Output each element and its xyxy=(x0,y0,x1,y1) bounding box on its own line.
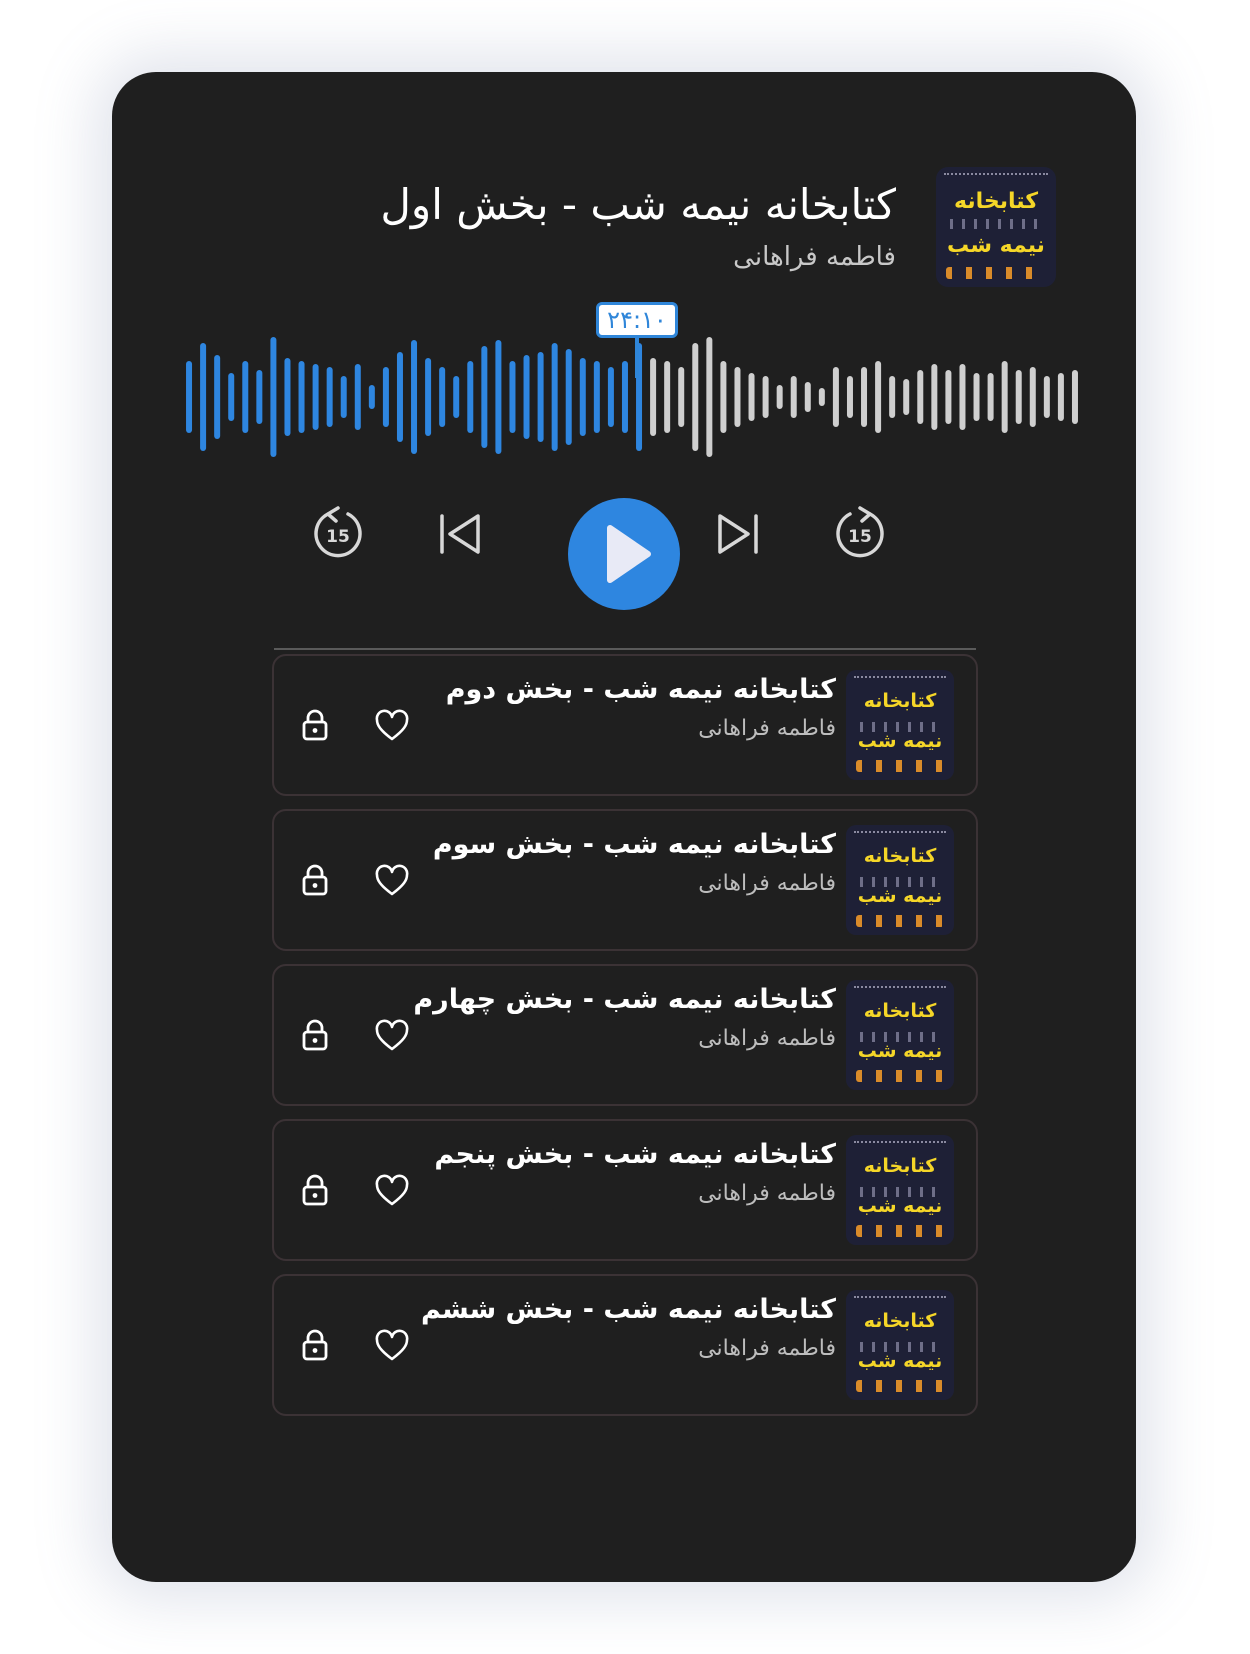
playlist-item[interactable]: کتابخانه نیمه شب - بخش چهارم فاطمه فراها… xyxy=(272,964,978,1106)
item-title: کتابخانه نیمه شب - بخش چهارم xyxy=(413,984,836,1015)
cover-title-line2: نیمه شب xyxy=(947,233,1045,258)
cover-title-line2: نیمه شب xyxy=(857,730,943,752)
item-title: کتابخانه نیمه شب - بخش سوم xyxy=(432,829,836,860)
playlist-item[interactable]: کتابخانه نیمه شب - بخش سوم فاطمه فراهانی… xyxy=(272,809,978,951)
forward-seconds-label: 15 xyxy=(848,527,872,547)
heart-icon xyxy=(375,864,409,896)
lock-icon xyxy=(302,1329,328,1361)
cover-title-line2: نیمه شب xyxy=(857,1195,943,1217)
skip-forward-icon[interactable] xyxy=(706,502,770,566)
cover-title-line1: کتابخانه xyxy=(863,845,937,867)
lock-icon xyxy=(302,1019,328,1051)
cover-title-line1: کتابخانه xyxy=(863,1000,937,1022)
cover-title-line2: نیمه شب xyxy=(857,1040,943,1062)
cover-title-line1: کتابخانه xyxy=(863,690,937,712)
play-icon xyxy=(607,525,651,583)
item-title: کتابخانه نیمه شب - بخش پنجم xyxy=(434,1139,836,1170)
item-cover: کتابخانه نیمه شب xyxy=(846,1135,954,1245)
item-author: فاطمه فراهانی xyxy=(698,871,836,896)
divider xyxy=(274,648,976,650)
item-author: فاطمه فراهانی xyxy=(698,1336,836,1361)
now-playing-title: کتابخانه نیمه شب - بخش اول xyxy=(380,180,896,229)
cover-title-line1: کتابخانه xyxy=(863,1155,937,1177)
cover-title-line1: کتابخانه xyxy=(863,1310,937,1332)
item-cover: کتابخانه نیمه شب xyxy=(846,825,954,935)
lock-icon xyxy=(302,1174,328,1206)
rewind-15-icon[interactable]: 15 xyxy=(306,502,370,566)
now-playing-cover: کتابخانه نیمه شب xyxy=(936,167,1056,287)
cover-title-line1: کتابخانه xyxy=(953,189,1038,214)
item-title: کتابخانه نیمه شب - بخش ششم xyxy=(420,1294,836,1325)
playhead-marker[interactable] xyxy=(635,338,639,378)
item-author: فاطمه فراهانی xyxy=(698,716,836,741)
play-button[interactable] xyxy=(568,498,680,610)
item-author: فاطمه فراهانی xyxy=(698,1181,836,1206)
waveform-seekbar[interactable] xyxy=(182,332,1082,462)
heart-icon xyxy=(375,1174,409,1206)
item-cover: کتابخانه نیمه شب xyxy=(846,1290,954,1400)
heart-icon xyxy=(375,1019,409,1051)
now-playing-author: فاطمه فراهانی xyxy=(733,242,896,272)
playlist-item[interactable]: کتابخانه نیمه شب - بخش پنجم فاطمه فراهان… xyxy=(272,1119,978,1261)
heart-icon xyxy=(375,709,409,741)
skip-back-icon[interactable] xyxy=(428,502,492,566)
item-cover: کتابخانه نیمه شب xyxy=(846,980,954,1090)
cover-title-line2: نیمه شب xyxy=(857,1350,943,1372)
forward-15-icon[interactable]: 15 xyxy=(828,502,892,566)
lock-icon xyxy=(302,709,328,741)
player-card: کتابخانه نیمه شب کتابخانه نیمه شب - بخش … xyxy=(112,72,1136,1582)
current-time-tooltip: ۲۴:۱۰ xyxy=(596,302,678,338)
playlist-item[interactable]: کتابخانه نیمه شب - بخش دوم فاطمه فراهانی… xyxy=(272,654,978,796)
cover-title-line2: نیمه شب xyxy=(857,885,943,907)
item-cover: کتابخانه نیمه شب xyxy=(846,670,954,780)
heart-icon xyxy=(375,1329,409,1361)
playlist-item[interactable]: کتابخانه نیمه شب - بخش ششم فاطمه فراهانی… xyxy=(272,1274,978,1416)
item-title: کتابخانه نیمه شب - بخش دوم xyxy=(445,674,836,705)
rewind-seconds-label: 15 xyxy=(326,527,350,547)
lock-icon xyxy=(302,864,328,896)
item-author: فاطمه فراهانی xyxy=(698,1026,836,1051)
